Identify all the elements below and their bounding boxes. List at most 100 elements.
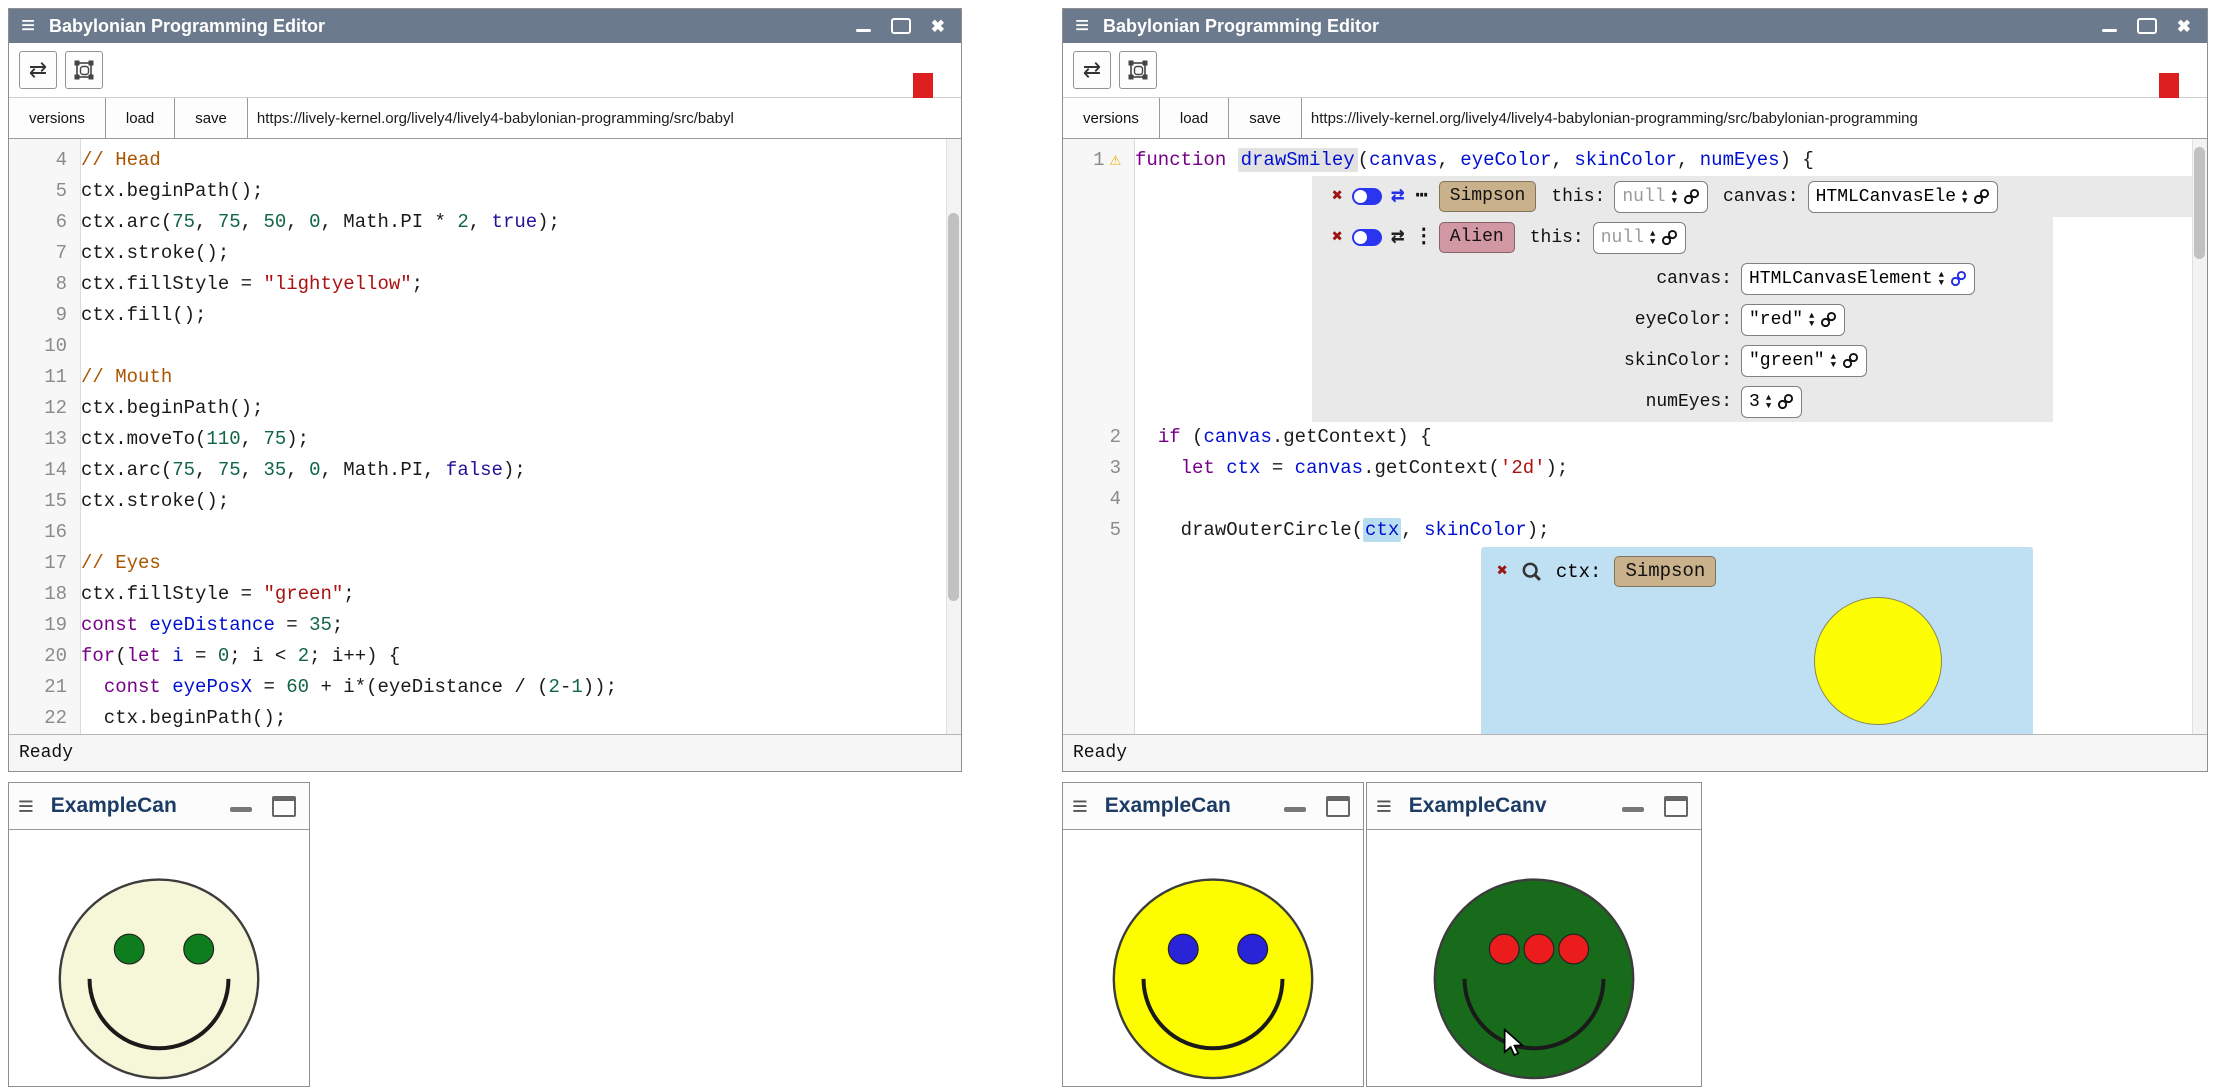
url-field[interactable]: https://lively-kernel.org/lively4/lively… [248,98,961,138]
code-line[interactable]: 12ctx.beginPath(); [9,393,961,424]
minimize-button[interactable] [1622,807,1644,812]
code-line[interactable]: 5 drawOuterCircle(ctx, skinColor); [1063,515,2207,546]
hamburger-menu-icon[interactable]: ≡ [1075,14,1089,38]
code-text: // Mouth [81,362,961,393]
code-line[interactable]: 9ctx.fill(); [9,300,961,331]
titlebar[interactable]: ≡ ExampleCanv [1367,783,1701,830]
select-frame-button[interactable] [1119,51,1157,89]
swap-arrows-button[interactable]: ⇄ [1073,51,1111,89]
versions-button[interactable]: versions [1063,98,1160,138]
titlebar[interactable]: ≡ Babylonian Programming Editor ✖ [1063,9,2207,43]
code-line[interactable]: 5ctx.beginPath(); [9,176,961,207]
select-frame-button[interactable] [65,51,103,89]
code-line[interactable]: 11// Mouth [9,362,961,393]
load-button[interactable]: load [106,98,175,138]
stepper-icon[interactable]: ▲▼ [1809,312,1814,328]
bind-link-icon[interactable] [1820,311,1837,328]
code-editor[interactable]: ✖ ctx: Simpson 1⚠function drawSmiley(can… [1063,139,2207,734]
titlebar[interactable]: ≡ ExampleCan [9,783,309,830]
code-line[interactable]: 1⚠function drawSmiley(canvas, eyeColor, … [1063,145,2207,176]
stepper-icon[interactable]: ▲▼ [1650,230,1655,246]
hamburger-menu-icon[interactable]: ≡ [18,793,34,820]
parameter-input[interactable]: "red"▲▼ [1741,304,1845,336]
code-line[interactable]: 15ctx.stroke(); [9,486,961,517]
code-line[interactable]: 4 [1063,484,2207,515]
delete-example-button[interactable]: ✖ [1332,229,1343,247]
code-line[interactable]: 3 let ctx = canvas.getContext('2d'); [1063,453,2207,484]
stepper-icon[interactable]: ▲▼ [1766,394,1771,410]
hamburger-menu-icon[interactable]: ≡ [21,14,35,38]
code-line[interactable]: 6ctx.arc(75, 75, 50, 0, Math.PI * 2, tru… [9,207,961,238]
hamburger-menu-icon[interactable]: ≡ [1376,793,1392,820]
save-button[interactable]: save [1229,98,1302,138]
code-line[interactable]: 10 [9,331,961,362]
code-editor[interactable]: 4// Head5ctx.beginPath();6ctx.arc(75, 75… [9,139,961,734]
hamburger-menu-icon[interactable]: ≡ [1072,793,1088,820]
minimize-button[interactable] [1284,807,1306,812]
titlebar[interactable]: ≡ ExampleCan [1063,783,1363,830]
code-line[interactable]: 2 if (canvas.getContext) { [1063,422,2207,453]
parameter-input[interactable]: 3▲▼ [1741,386,1802,418]
example-menu-icon[interactable]: ⋯ [1414,187,1430,207]
code-line[interactable]: 22 ctx.beginPath(); [9,703,961,734]
bind-link-icon[interactable] [1842,352,1859,369]
example-toggle[interactable] [1352,188,1382,205]
url-field[interactable]: https://lively-kernel.org/lively4/lively… [1302,98,2207,138]
stepper-icon[interactable]: ▲▼ [1672,189,1677,205]
bind-link-icon[interactable] [1950,270,1967,287]
maximize-button[interactable] [1326,796,1350,817]
code-line[interactable]: 19const eyeDistance = 35; [9,610,961,641]
titlebar[interactable]: ≡ Babylonian Programming Editor ✖ [9,9,961,43]
code-line[interactable]: 14ctx.arc(75, 75, 35, 0, Math.PI, false)… [9,455,961,486]
scrollbar-thumb[interactable] [948,213,959,601]
parameter-input[interactable]: HTMLCanvasEle▲▼ [1808,181,1999,213]
save-button[interactable]: save [175,98,248,138]
load-button[interactable]: load [1160,98,1229,138]
parameter-input[interactable]: "green"▲▼ [1741,345,1867,377]
line-number-text: 5 [56,176,67,207]
code-line[interactable]: 20for(let i = 0; i < 2; i++) { [9,641,961,672]
close-button[interactable]: ✖ [2177,18,2191,35]
parameter-input[interactable]: null▲▼ [1593,222,1687,254]
example-menu-icon[interactable]: ⋮ [1414,228,1430,248]
run-example-icon[interactable]: ⇄ [1391,226,1405,249]
maximize-button[interactable] [2137,18,2157,34]
parameter-input[interactable]: HTMLCanvasElement▲▼ [1741,263,1975,295]
code-line[interactable]: 7ctx.stroke(); [9,238,961,269]
minimize-button[interactable] [230,807,252,812]
parameter-input[interactable]: null▲▼ [1614,181,1708,213]
swap-arrows-button[interactable]: ⇄ [19,51,57,89]
vertical-scrollbar[interactable] [2192,139,2207,734]
code-line[interactable]: 17// Eyes [9,548,961,579]
inspect-magnifier-icon[interactable] [1521,561,1543,583]
maximize-button[interactable] [272,796,296,817]
minimize-button[interactable] [2102,29,2117,32]
code-line[interactable]: 13ctx.moveTo(110, 75); [9,424,961,455]
example-toggle[interactable] [1352,229,1382,246]
bind-link-icon[interactable] [1683,188,1700,205]
code-line[interactable]: 16 [9,517,961,548]
bind-link-icon[interactable] [1661,229,1678,246]
code-line[interactable]: 8ctx.fillStyle = "lightyellow"; [9,269,961,300]
vertical-scrollbar[interactable] [946,139,961,734]
code-line[interactable]: 4// Head [9,145,961,176]
scrollbar-thumb[interactable] [2194,147,2205,259]
bind-link-icon[interactable] [1973,188,1990,205]
example-name-badge[interactable]: Simpson [1439,181,1537,212]
delete-probe-button[interactable]: ✖ [1497,563,1508,581]
stepper-icon[interactable]: ▲▼ [1831,353,1836,369]
stepper-icon[interactable]: ▲▼ [1962,189,1967,205]
probe-example-badge[interactable]: Simpson [1614,556,1716,587]
code-line[interactable]: 21 const eyePosX = 60 + i*(eyeDistance /… [9,672,961,703]
delete-example-button[interactable]: ✖ [1332,188,1343,206]
example-name-badge[interactable]: Alien [1439,222,1515,253]
versions-button[interactable]: versions [9,98,106,138]
minimize-button[interactable] [856,29,871,32]
maximize-button[interactable] [891,18,911,34]
run-example-icon[interactable]: ⇄ [1391,185,1405,208]
stepper-icon[interactable]: ▲▼ [1939,271,1944,287]
bind-link-icon[interactable] [1777,393,1794,410]
close-button[interactable]: ✖ [931,18,945,35]
code-line[interactable]: 18ctx.fillStyle = "green"; [9,579,961,610]
maximize-button[interactable] [1664,796,1688,817]
